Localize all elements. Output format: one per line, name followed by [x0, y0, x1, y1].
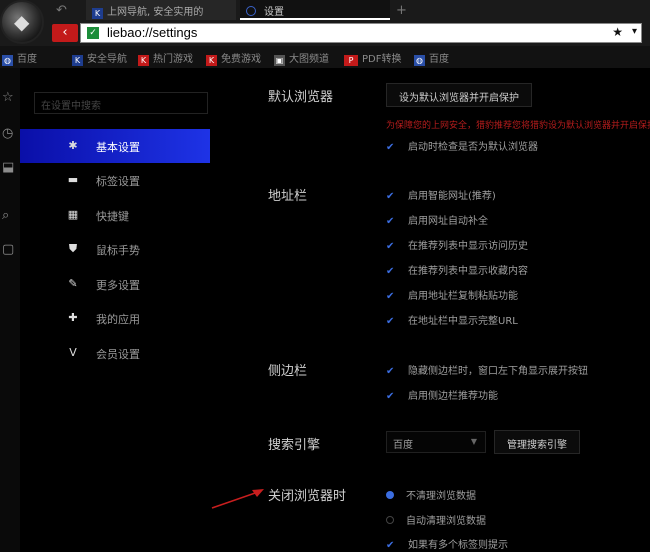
nav-vip-settings[interactable]: V 会员设置 [20, 336, 210, 370]
bookmark-baidu[interactable]: ◍ 百度 [2, 50, 37, 66]
settings-tab-icon [246, 6, 256, 16]
url-input[interactable]: ✓ liebao://settings ★ ▾ [80, 23, 642, 43]
bookmark-hot-games[interactable]: K 热门游戏 [138, 50, 193, 66]
wrench-icon: ✎ [68, 277, 78, 290]
tab-label: 上网导航, 安全实用的 [107, 7, 204, 18]
section-title-address-bar: 地址栏 [268, 189, 308, 204]
checkmark-icon: ✔ [386, 241, 395, 252]
section-title-sidebar: 侧边栏 [268, 364, 308, 379]
checkbox-copy-paste[interactable]: ✔ 启用地址栏复制粘贴功能 [386, 287, 518, 302]
url-text: liebao://settings [107, 25, 198, 40]
bookmark-safe-nav[interactable]: K 安全导航 [72, 50, 127, 66]
checkbox-multi-tab-prompt[interactable]: ✔ 如果有多个标签则提示 [386, 536, 508, 551]
image-icon: ▣ [274, 55, 285, 66]
checkbox-show-history[interactable]: ✔ 在推荐列表中显示访问历史 [386, 237, 528, 252]
default-browser-warning: 为保障您的上网安全，猎豹推荐您将猎豹设为默认浏览器并开启保护 [386, 121, 650, 131]
gear-icon: ✱ [68, 139, 78, 152]
chat-icon[interactable]: ▢ [2, 242, 14, 257]
kingsoft-icon: K [72, 55, 83, 66]
history-back-icon[interactable]: ↶ [50, 0, 80, 20]
nav-tab-settings[interactable]: ▬ 标签设置 [20, 163, 210, 197]
nav-label: 更多设置 [96, 279, 140, 292]
checkmark-icon: ✔ [386, 391, 395, 402]
address-bar: ‹ ✓ liebao://settings ★ ▾ [0, 20, 650, 46]
radio-clear-data[interactable]: 自动清理浏览数据 [386, 512, 486, 527]
checkmark-icon: ✔ [386, 366, 395, 377]
download-icon[interactable]: ⬓ [2, 160, 14, 175]
bookmark-free-games[interactable]: K 免费游戏 [206, 50, 261, 66]
checkbox-sidebar-expand[interactable]: ✔ 隐藏侧边栏时，窗口左下角显示展开按钮 [386, 362, 588, 377]
checkmark-icon: ✔ [386, 291, 395, 302]
bookmark-pdf[interactable]: P PDF转换 [344, 50, 401, 66]
tab-strip: ↶ K 上网导航, 安全实用的 设置 + [0, 0, 650, 20]
manage-search-engines-button[interactable]: 管理搜索引擎 [494, 430, 580, 454]
checkbox-sidebar-recommend[interactable]: ✔ 启用侧边栏推荐功能 [386, 387, 498, 402]
nav-more-settings[interactable]: ✎ 更多设置 [20, 267, 210, 301]
checkmark-icon: ✔ [386, 191, 395, 202]
chevron-down-icon: ▼ [470, 437, 477, 446]
nav-label: 鼠标手势 [96, 244, 140, 257]
checkmark-icon: ✔ [386, 216, 395, 227]
radio-selected-icon [386, 491, 394, 499]
checkmark-icon: ✔ [386, 142, 395, 153]
globe-icon: ◍ [2, 55, 13, 66]
pdf-icon: P [344, 55, 358, 66]
nav-label: 会员设置 [96, 348, 140, 361]
security-shield-icon: ✓ [87, 27, 99, 39]
puzzle-icon: ✚ [68, 311, 78, 324]
nav-mouse-gestures[interactable]: ⛊ 鼠标手势 [20, 232, 210, 266]
set-default-browser-button[interactable]: 设为默认浏览器并开启保护 [386, 83, 532, 107]
bookmark-images[interactable]: ▣ 大图频道 [274, 50, 329, 66]
radio-unselected-icon [386, 516, 394, 524]
nav-label: 我的应用 [96, 313, 140, 326]
tab-navigation[interactable]: K 上网导航, 安全实用的 [86, 0, 236, 20]
nav-my-apps[interactable]: ✚ 我的应用 [20, 301, 210, 335]
nav-shortcuts[interactable]: ▦ 快捷键 [20, 198, 210, 232]
checkmark-icon: ✔ [386, 316, 395, 327]
checkbox-autocomplete[interactable]: ✔ 启用网址自动补全 [386, 212, 488, 227]
globe-icon: ◍ [414, 55, 425, 66]
section-title-on-close: 关闭浏览器时 [268, 489, 347, 504]
section-title-default-browser: 默认浏览器 [268, 90, 334, 105]
tab-settings[interactable]: 设置 [240, 0, 390, 20]
side-rail: ☆ ◷ ⬓ ⌕ ▢ [0, 68, 20, 552]
settings-search-input[interactable]: 在设置中搜索 [34, 92, 208, 114]
kingsoft-icon: K [92, 8, 103, 19]
section-title-search-engine: 搜索引擎 [268, 438, 321, 453]
kingsoft-icon: K [206, 55, 217, 66]
checkbox-smart-url[interactable]: ✔ 启用智能网址(推荐) [386, 187, 496, 202]
checkbox-full-url[interactable]: ✔ 在地址栏中显示完整URL [386, 312, 518, 327]
mouse-icon: ⛊ [68, 242, 78, 255]
tab-icon: ▬ [67, 173, 79, 186]
checkmark-icon: ✔ [386, 266, 395, 277]
back-button[interactable]: ‹ [52, 24, 78, 42]
search-engine-select[interactable]: 百度 ▼ [386, 431, 486, 453]
nav-label: 快捷键 [96, 210, 129, 223]
checkmark-icon: ✔ [386, 540, 395, 551]
dropdown-arrow-icon[interactable]: ▾ [632, 26, 637, 37]
nav-label: 标签设置 [96, 175, 140, 188]
liebao-logo[interactable]: ◆ [0, 0, 44, 44]
bookmarks-bar: ◍ 百度 K 安全导航 K 热门游戏 K 免费游戏 ▣ 大图频道 P PDF转换 ◍ 百度 [0, 46, 650, 68]
radio-keep-data[interactable]: 不清理浏览数据 [386, 487, 476, 502]
nav-label: 基本设置 [96, 141, 140, 154]
red-arrow-annotation [211, 489, 264, 509]
tab-label: 设置 [264, 7, 284, 18]
search-icon[interactable]: ⌕ [2, 208, 9, 223]
nav-basic-settings[interactable]: ✱ 基本设置 [20, 129, 210, 163]
star-icon[interactable]: ☆ [2, 90, 14, 105]
vip-icon: V [69, 346, 77, 359]
bookmark-star-icon[interactable]: ★ [612, 25, 623, 39]
new-tab-button[interactable]: + [390, 0, 410, 20]
checkbox-show-favorites[interactable]: ✔ 在推荐列表中显示收藏内容 [386, 262, 528, 277]
kingsoft-icon: K [138, 55, 149, 66]
keyboard-icon: ▦ [67, 208, 79, 221]
checkbox-check-default[interactable]: ✔ 启动时检查是否为默认浏览器 [386, 138, 538, 153]
search-engine-value: 百度 [393, 440, 413, 451]
bookmark-baidu-2[interactable]: ◍ 百度 [414, 50, 449, 66]
cheetah-icon: ◆ [14, 10, 30, 34]
history-icon[interactable]: ◷ [2, 126, 13, 141]
